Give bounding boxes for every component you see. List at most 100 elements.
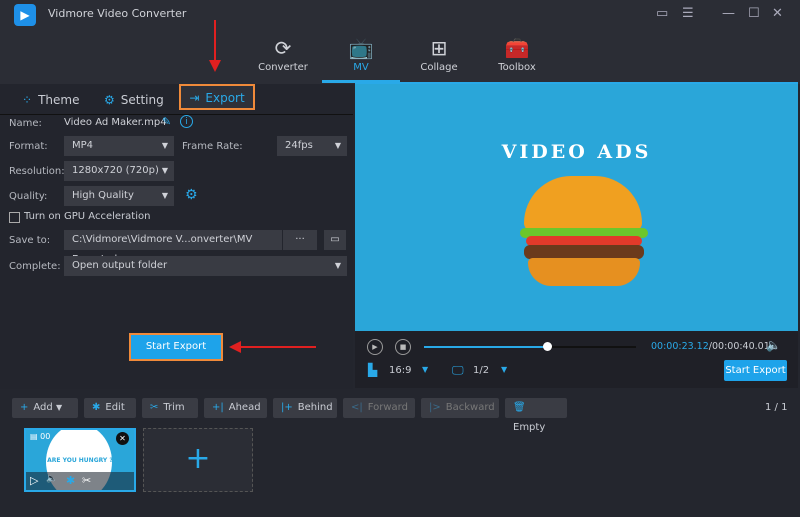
menu-icon[interactable]: ☰ bbox=[682, 6, 694, 21]
edit-wand-icon: ✱ bbox=[92, 402, 101, 413]
trash-icon: 🗑 bbox=[513, 402, 526, 413]
stop-button[interactable]: ■ bbox=[395, 339, 411, 355]
empty-label: Empty bbox=[513, 422, 546, 433]
chevron-down-icon: ▼ bbox=[334, 141, 341, 150]
tab-label: Converter bbox=[258, 62, 308, 73]
close-button[interactable]: ✕ bbox=[772, 6, 783, 21]
tab-converter[interactable]: ⟳ Converter bbox=[248, 36, 318, 73]
tab-label: MV bbox=[353, 62, 369, 73]
tab-toolbox[interactable]: 🧰 Toolbox bbox=[482, 36, 552, 73]
format-label: Format: bbox=[9, 141, 48, 152]
trim-label: Trim bbox=[163, 402, 185, 413]
edit-name-icon[interactable]: ✎ bbox=[162, 115, 171, 128]
page-dropdown-icon[interactable]: ▼ bbox=[501, 365, 507, 374]
aspect-dropdown-icon[interactable]: ▼ bbox=[422, 365, 428, 374]
format-value: MP4 bbox=[72, 140, 94, 151]
add-clip-placeholder[interactable]: + bbox=[143, 428, 253, 492]
framerate-value: 24fps bbox=[285, 140, 313, 151]
saveto-label: Save to: bbox=[9, 235, 51, 246]
aspect-ratio-value: 16:9 bbox=[389, 365, 412, 376]
edit-label: Edit bbox=[105, 402, 125, 413]
current-time: 00:00:23.12 bbox=[651, 341, 709, 352]
divider bbox=[0, 114, 353, 115]
scissors-icon[interactable]: ✂ bbox=[82, 474, 91, 487]
progress-fill bbox=[424, 346, 547, 348]
play-button[interactable]: ▶ bbox=[367, 339, 383, 355]
video-preview: VIDEO ADS bbox=[355, 84, 798, 331]
trim-button[interactable]: ✂ Trim bbox=[142, 398, 198, 418]
maximize-button[interactable]: ☐ bbox=[748, 6, 760, 21]
annotation-arrowhead bbox=[229, 341, 241, 353]
chevron-down-icon: ▼ bbox=[161, 166, 168, 175]
saveto-path-field[interactable]: C:\Vidmore\Vidmore V...onverter\MV Expor… bbox=[64, 230, 282, 265]
export-icon: ⇥ bbox=[189, 91, 200, 105]
annotation-arrow-left bbox=[240, 346, 316, 348]
timeline-clip[interactable]: ARE YOU HUNGRY ? ▤ 00 ✕ ▷ 🔈 ✱ ✂ bbox=[24, 428, 136, 492]
behind-button[interactable]: |+ Behind bbox=[273, 398, 337, 418]
backward-icon: |> bbox=[429, 402, 441, 413]
backward-label: Backward bbox=[445, 402, 495, 413]
format-select[interactable]: MP4 ▼ bbox=[64, 136, 174, 156]
complete-value: Open output folder bbox=[72, 260, 168, 271]
info-icon[interactable]: i bbox=[180, 115, 193, 128]
timeline-page-indicator: 1 / 1 bbox=[765, 402, 788, 413]
quality-value: High Quality bbox=[72, 190, 134, 201]
gear-icon: ⚙ bbox=[104, 93, 115, 107]
empty-button[interactable]: 🗑 Empty bbox=[505, 398, 567, 433]
subtab-label: Setting bbox=[120, 93, 164, 107]
gpu-checkbox[interactable] bbox=[9, 212, 20, 223]
chevron-down-icon: ▼ bbox=[334, 261, 341, 270]
chevron-down-icon: ▼ bbox=[55, 403, 63, 412]
quality-label: Quality: bbox=[9, 191, 48, 202]
app-title: Vidmore Video Converter bbox=[48, 7, 187, 20]
subtab-theme[interactable]: ⁘ Theme bbox=[22, 88, 79, 112]
playback-controls: ▶ ■ 00:00:23.12/00:00:40.01 🔈 ▙ 16:9 ▼ 🖵… bbox=[355, 331, 798, 388]
edit-button[interactable]: ✱ Edit bbox=[84, 398, 136, 418]
quality-settings-gear-icon[interactable]: ⚙ bbox=[185, 187, 198, 203]
edit-wand-icon[interactable]: ✱ bbox=[66, 474, 75, 487]
start-export-button[interactable]: Start Export bbox=[129, 333, 223, 361]
volume-icon[interactable]: 🔈 bbox=[46, 474, 57, 484]
complete-select[interactable]: Open output folder ▼ bbox=[64, 256, 347, 276]
feedback-icon[interactable]: ▭ bbox=[656, 6, 668, 21]
annotation-arrowhead bbox=[209, 60, 221, 72]
resolution-select[interactable]: 1280x720 (720p) ▼ bbox=[64, 161, 174, 181]
preview-start-export-button[interactable]: Start Export bbox=[724, 360, 787, 381]
ahead-label: Ahead bbox=[228, 402, 261, 413]
volume-icon[interactable]: 🔈 bbox=[766, 338, 781, 352]
name-label: Name: bbox=[9, 118, 42, 129]
quality-select[interactable]: High Quality ▼ bbox=[64, 186, 174, 206]
forward-label: Forward bbox=[367, 402, 408, 413]
monitor-icon: 🖵 bbox=[452, 363, 464, 377]
preview-page-value: 1/2 bbox=[473, 365, 490, 376]
gpu-label: Turn on GPU Acceleration bbox=[24, 211, 151, 222]
chevron-down-icon: ▼ bbox=[161, 191, 168, 200]
subtab-export[interactable]: ⇥ Export bbox=[179, 84, 255, 110]
tab-collage[interactable]: ⊞ Collage bbox=[404, 36, 474, 73]
toolbox-icon: 🧰 bbox=[504, 36, 530, 60]
backward-button[interactable]: |> Backward bbox=[421, 398, 499, 418]
open-folder-icon[interactable]: ▭ bbox=[324, 230, 346, 250]
clip-controls: ▷ 🔈 ✱ ✂ bbox=[26, 472, 134, 490]
play-icon[interactable]: ▷ bbox=[30, 474, 38, 487]
clip-thumbnail-text: ARE YOU HUNGRY ? bbox=[47, 457, 113, 464]
browse-button[interactable]: ··· bbox=[283, 230, 317, 250]
framerate-label: Frame Rate: bbox=[182, 141, 243, 152]
subtab-label: Export bbox=[205, 91, 245, 105]
framerate-select[interactable]: 24fps ▼ bbox=[277, 136, 347, 156]
subtab-setting[interactable]: ⚙ Setting bbox=[104, 88, 164, 112]
remove-clip-icon[interactable]: ✕ bbox=[116, 432, 129, 445]
total-time: /00:00:40.01 bbox=[708, 341, 770, 352]
scissors-icon: ✂ bbox=[150, 402, 159, 413]
minimize-button[interactable]: — bbox=[722, 6, 735, 21]
converter-icon: ⟳ bbox=[274, 36, 292, 60]
forward-button[interactable]: <| Forward bbox=[343, 398, 415, 418]
ahead-button[interactable]: +| Ahead bbox=[204, 398, 267, 418]
theme-icon: ⁘ bbox=[22, 93, 33, 107]
forward-icon: <| bbox=[351, 402, 363, 413]
progress-handle[interactable] bbox=[542, 342, 552, 351]
tab-mv[interactable]: 📺 MV bbox=[326, 36, 396, 73]
add-button[interactable]: + Add ▼ bbox=[12, 398, 78, 418]
film-icon: ▤ 00 bbox=[30, 432, 51, 441]
name-value: Video Ad Maker.mp4 bbox=[64, 117, 167, 128]
